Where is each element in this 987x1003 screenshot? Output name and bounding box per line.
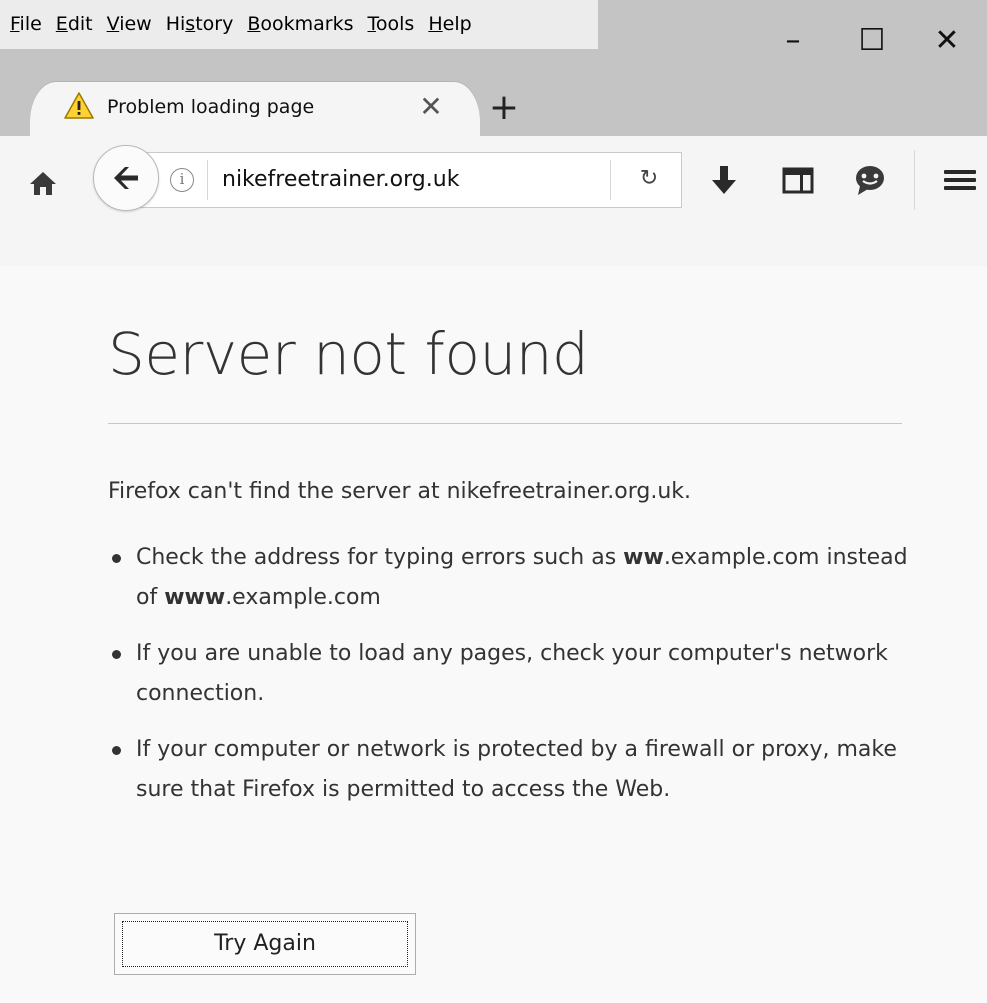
- tab-close-icon[interactable]: ✕: [414, 90, 448, 124]
- suggestion-text: .example.com: [225, 585, 381, 610]
- menu-accelerator: T: [367, 13, 376, 35]
- menu-label: ile: [19, 13, 42, 35]
- suggestion-bold: ww: [623, 545, 664, 570]
- menu-bookmarks[interactable]: Bookmarks: [241, 0, 361, 49]
- try-again-button[interactable]: Try Again: [114, 913, 416, 975]
- suggestion-text: Check the address for typing errors such…: [136, 545, 624, 570]
- toolbar-divider: [914, 150, 915, 210]
- menu-label: elp: [442, 13, 472, 35]
- menu-accelerator: V: [106, 13, 120, 35]
- back-button[interactable]: [93, 145, 159, 211]
- page-title: Server not found: [108, 320, 589, 388]
- site-info-icon[interactable]: i: [170, 168, 194, 192]
- title-divider: [108, 423, 902, 424]
- menu-accelerator: E: [55, 13, 68, 35]
- menu-history[interactable]: History: [160, 0, 242, 49]
- menu-view[interactable]: View: [101, 0, 160, 49]
- menu-bar: File Edit View History Bookmarks Tools H…: [0, 0, 598, 49]
- back-arrow-icon: [114, 167, 138, 189]
- close-window-button[interactable]: ✕: [907, 0, 987, 80]
- error-description: Firefox can't find the server at nikefre…: [108, 479, 692, 504]
- minimize-button[interactable]: –: [753, 0, 833, 80]
- menu-accelerator: H: [428, 13, 443, 35]
- menu-help[interactable]: Help: [422, 0, 479, 49]
- menu-file[interactable]: File: [4, 0, 50, 49]
- menu-edit[interactable]: Edit: [50, 0, 101, 49]
- hamburger-menu-icon[interactable]: [940, 160, 980, 200]
- menu-accelerator: s: [185, 13, 196, 35]
- new-tab-button[interactable]: +: [484, 88, 524, 128]
- tab-title: Problem loading page: [107, 96, 315, 118]
- maximize-button[interactable]: ☐: [832, 0, 912, 80]
- try-again-label: Try Again: [214, 931, 316, 956]
- suggestion-list: Check the address for typing errors such…: [108, 538, 908, 826]
- menu-label: ools: [375, 13, 415, 35]
- suggestion-typo: Check the address for typing errors such…: [108, 538, 908, 618]
- home-icon[interactable]: [28, 168, 58, 198]
- menu-label: iew: [119, 13, 152, 35]
- menu-label: Hi: [165, 13, 186, 35]
- suggestion-bold: www: [164, 585, 226, 610]
- menu-label: dit: [67, 13, 93, 35]
- download-icon[interactable]: [704, 160, 744, 200]
- menu-tools[interactable]: Tools: [362, 0, 423, 49]
- reload-divider: [610, 160, 611, 200]
- menu-accelerator: F: [10, 13, 20, 35]
- warning-icon: [64, 92, 94, 119]
- url-text[interactable]: nikefreetrainer.org.uk: [222, 158, 459, 202]
- menu-label: tory: [195, 13, 234, 35]
- url-divider: [207, 160, 208, 200]
- suggestion-network: If you are unable to load any pages, che…: [108, 634, 908, 714]
- reload-icon[interactable]: ↻: [632, 162, 666, 196]
- menu-accelerator: B: [247, 13, 261, 35]
- library-icon[interactable]: [778, 160, 818, 200]
- chat-icon[interactable]: [850, 160, 890, 200]
- suggestion-firewall: If your computer or network is protected…: [108, 730, 908, 810]
- menu-label: ookmarks: [260, 13, 354, 35]
